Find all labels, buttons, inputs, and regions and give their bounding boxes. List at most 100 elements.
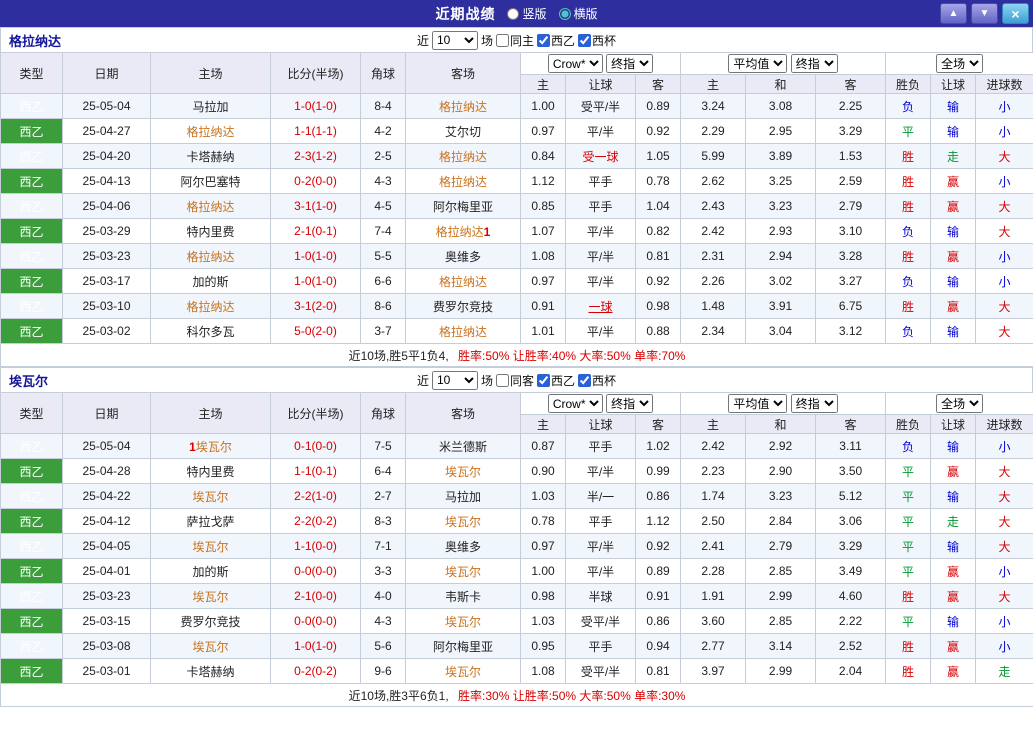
handicap-cell: 受一球 [565, 143, 636, 169]
handicap-cell: 平手 [565, 193, 636, 219]
date-cell: 25-03-01 [62, 658, 151, 684]
match-row: 西乙 25-04-13 阿尔巴塞特 0-2(0-0) 4-3 格拉纳达 1.12 平手 0.78… [0, 168, 1033, 194]
avg-draw-odds-cell: 2.95 [745, 118, 817, 144]
home-team-cell: 阿尔巴塞特 [150, 168, 271, 194]
corners-cell: 5-6 [360, 633, 406, 659]
handicap-result-cell: 赢 [930, 558, 977, 584]
handicap-result-cell: 输 [930, 433, 977, 459]
recent-label: 近 [416, 373, 429, 388]
league-label: 西乙 [551, 373, 576, 388]
summary-record: 近10场,胜5平1负4, [348, 348, 449, 363]
avg-away-odds-cell: 3.49 [815, 558, 887, 584]
league-checkbox[interactable] [537, 33, 550, 47]
score-cell: 0-2(0-0) [270, 168, 361, 194]
vertical-radio[interactable] [507, 7, 520, 20]
avg-odds-controls: 平均值 终指 [680, 52, 887, 75]
match-row: 西乙 25-05-04 马拉加 1-0(1-0) 8-4 格拉纳达 1.00 受平/半 0.89… [0, 93, 1033, 119]
avg-draw-odds-cell: 3.23 [745, 483, 817, 509]
odds-company-select[interactable]: Crow* [547, 394, 603, 413]
scope-select[interactable]: 全场 [936, 394, 984, 413]
header-crown-away: 客 [634, 74, 682, 94]
recent-count-select[interactable]: 10 [431, 370, 478, 390]
away-team-cell: 艾尔切 [405, 118, 521, 144]
home-team-cell: 埃瓦尔 [150, 533, 271, 559]
header-crown-home: 主 [520, 74, 566, 94]
header-handicap-result: 让球 [930, 74, 977, 94]
goals-result-cell: 大 [975, 533, 1033, 559]
match-row: 西乙 25-04-01 加的斯 0-0(0-0) 3-3 埃瓦尔 1.00 平/半 0.89 2.… [0, 558, 1033, 584]
date-cell: 25-03-08 [62, 633, 151, 659]
cup-checkbox-option[interactable]: 西杯 [578, 372, 616, 389]
avg-home-odds-cell: 2.42 [680, 218, 747, 244]
same-venue-checkbox[interactable] [495, 33, 509, 47]
avg-draw-odds-cell: 2.92 [745, 433, 817, 459]
away-team-cell: 马拉加 [405, 483, 521, 509]
league-checkbox-option[interactable]: 西乙 [537, 32, 575, 49]
up-arrow-icon: ▲ [948, 7, 959, 19]
result-cell: 负 [885, 433, 932, 459]
cup-checkbox-option[interactable]: 西杯 [578, 32, 616, 49]
avg-home-odds-cell: 2.26 [680, 268, 747, 294]
avg-away-odds-cell: 3.50 [815, 458, 887, 484]
corners-cell: 5-5 [360, 243, 406, 269]
corners-cell: 6-4 [360, 458, 406, 484]
avg-time-select[interactable]: 终指 [790, 394, 838, 413]
avg-home-odds-cell: 2.62 [680, 168, 747, 194]
league-checkbox-option[interactable]: 西乙 [537, 372, 575, 389]
crown-odds-controls: Crow* 终指 [519, 52, 682, 75]
header-home: 主场 [150, 392, 271, 434]
match-row: 西乙 25-05-04 1埃瓦尔 0-1(0-0) 7-5 米兰德斯 0.87 平手 1.02 2… [0, 433, 1033, 459]
match-row: 西乙 25-04-12 萨拉戈萨 2-2(0-2) 8-3 埃瓦尔 0.78 平手 1.12 2.… [0, 508, 1033, 534]
avg-home-odds-cell: 2.34 [680, 318, 747, 344]
move-down-button[interactable]: ▼ [971, 3, 998, 24]
crown-away-odds-cell: 0.81 [634, 658, 682, 684]
avg-away-odds-cell: 3.29 [815, 118, 887, 144]
home-team-cell: 特内里费 [150, 458, 271, 484]
result-cell: 平 [885, 608, 932, 634]
home-team-cell: 埃瓦尔 [150, 483, 271, 509]
layout-horizontal-option[interactable]: 横版 [558, 5, 598, 22]
avg-draw-odds-cell: 3.91 [745, 293, 817, 319]
league-cell: 西乙 [0, 483, 63, 509]
crown-home-odds-cell: 1.01 [520, 318, 566, 344]
avg-home-odds-cell: 3.60 [680, 608, 747, 634]
same-venue-checkbox-option[interactable]: 同主 [495, 32, 534, 49]
avg-draw-odds-cell: 2.94 [745, 243, 817, 269]
home-team-cell: 格拉纳达 [150, 193, 271, 219]
date-cell: 25-04-06 [62, 193, 151, 219]
away-team-cell: 埃瓦尔 [405, 558, 521, 584]
score-cell: 1-0(1-0) [270, 268, 361, 294]
score-cell: 2-1(0-1) [270, 218, 361, 244]
avg-select[interactable]: 平均值 [728, 394, 788, 413]
recent-count-select[interactable]: 10 [431, 30, 478, 50]
avg-away-odds-cell: 4.60 [815, 583, 887, 609]
avg-away-odds-cell: 3.06 [815, 508, 887, 534]
corners-cell: 4-3 [360, 168, 406, 194]
cup-checkbox[interactable] [578, 33, 592, 47]
date-cell: 25-03-15 [62, 608, 151, 634]
odds-time-select[interactable]: 终指 [606, 54, 654, 73]
avg-select[interactable]: 平均值 [728, 54, 788, 73]
odds-time-select[interactable]: 终指 [606, 394, 654, 413]
scope-select[interactable]: 全场 [936, 54, 984, 73]
result-cell: 平 [885, 508, 932, 534]
away-team-cell: 格拉纳达1 [405, 218, 521, 244]
score-cell: 1-1(1-1) [270, 118, 361, 144]
horizontal-radio[interactable] [558, 7, 571, 20]
away-team-cell: 韦斯卡 [405, 583, 521, 609]
avg-time-select[interactable]: 终指 [790, 54, 838, 73]
move-up-button[interactable]: ▲ [940, 3, 967, 24]
date-cell: 25-04-13 [62, 168, 151, 194]
same-venue-checkbox[interactable] [495, 373, 509, 387]
header-away: 客场 [405, 392, 521, 434]
cup-checkbox[interactable] [578, 373, 592, 387]
same-venue-checkbox-option[interactable]: 同客 [495, 372, 534, 389]
home-team-cell: 费罗尔竞技 [150, 608, 271, 634]
odds-company-select[interactable]: Crow* [547, 54, 603, 73]
handicap-cell: 半/一 [565, 483, 636, 509]
league-checkbox[interactable] [537, 373, 550, 387]
crown-home-odds-cell: 1.07 [520, 218, 566, 244]
layout-vertical-option[interactable]: 竖版 [507, 5, 547, 22]
close-button[interactable]: × [1002, 3, 1029, 24]
league-cell: 西乙 [0, 508, 63, 534]
